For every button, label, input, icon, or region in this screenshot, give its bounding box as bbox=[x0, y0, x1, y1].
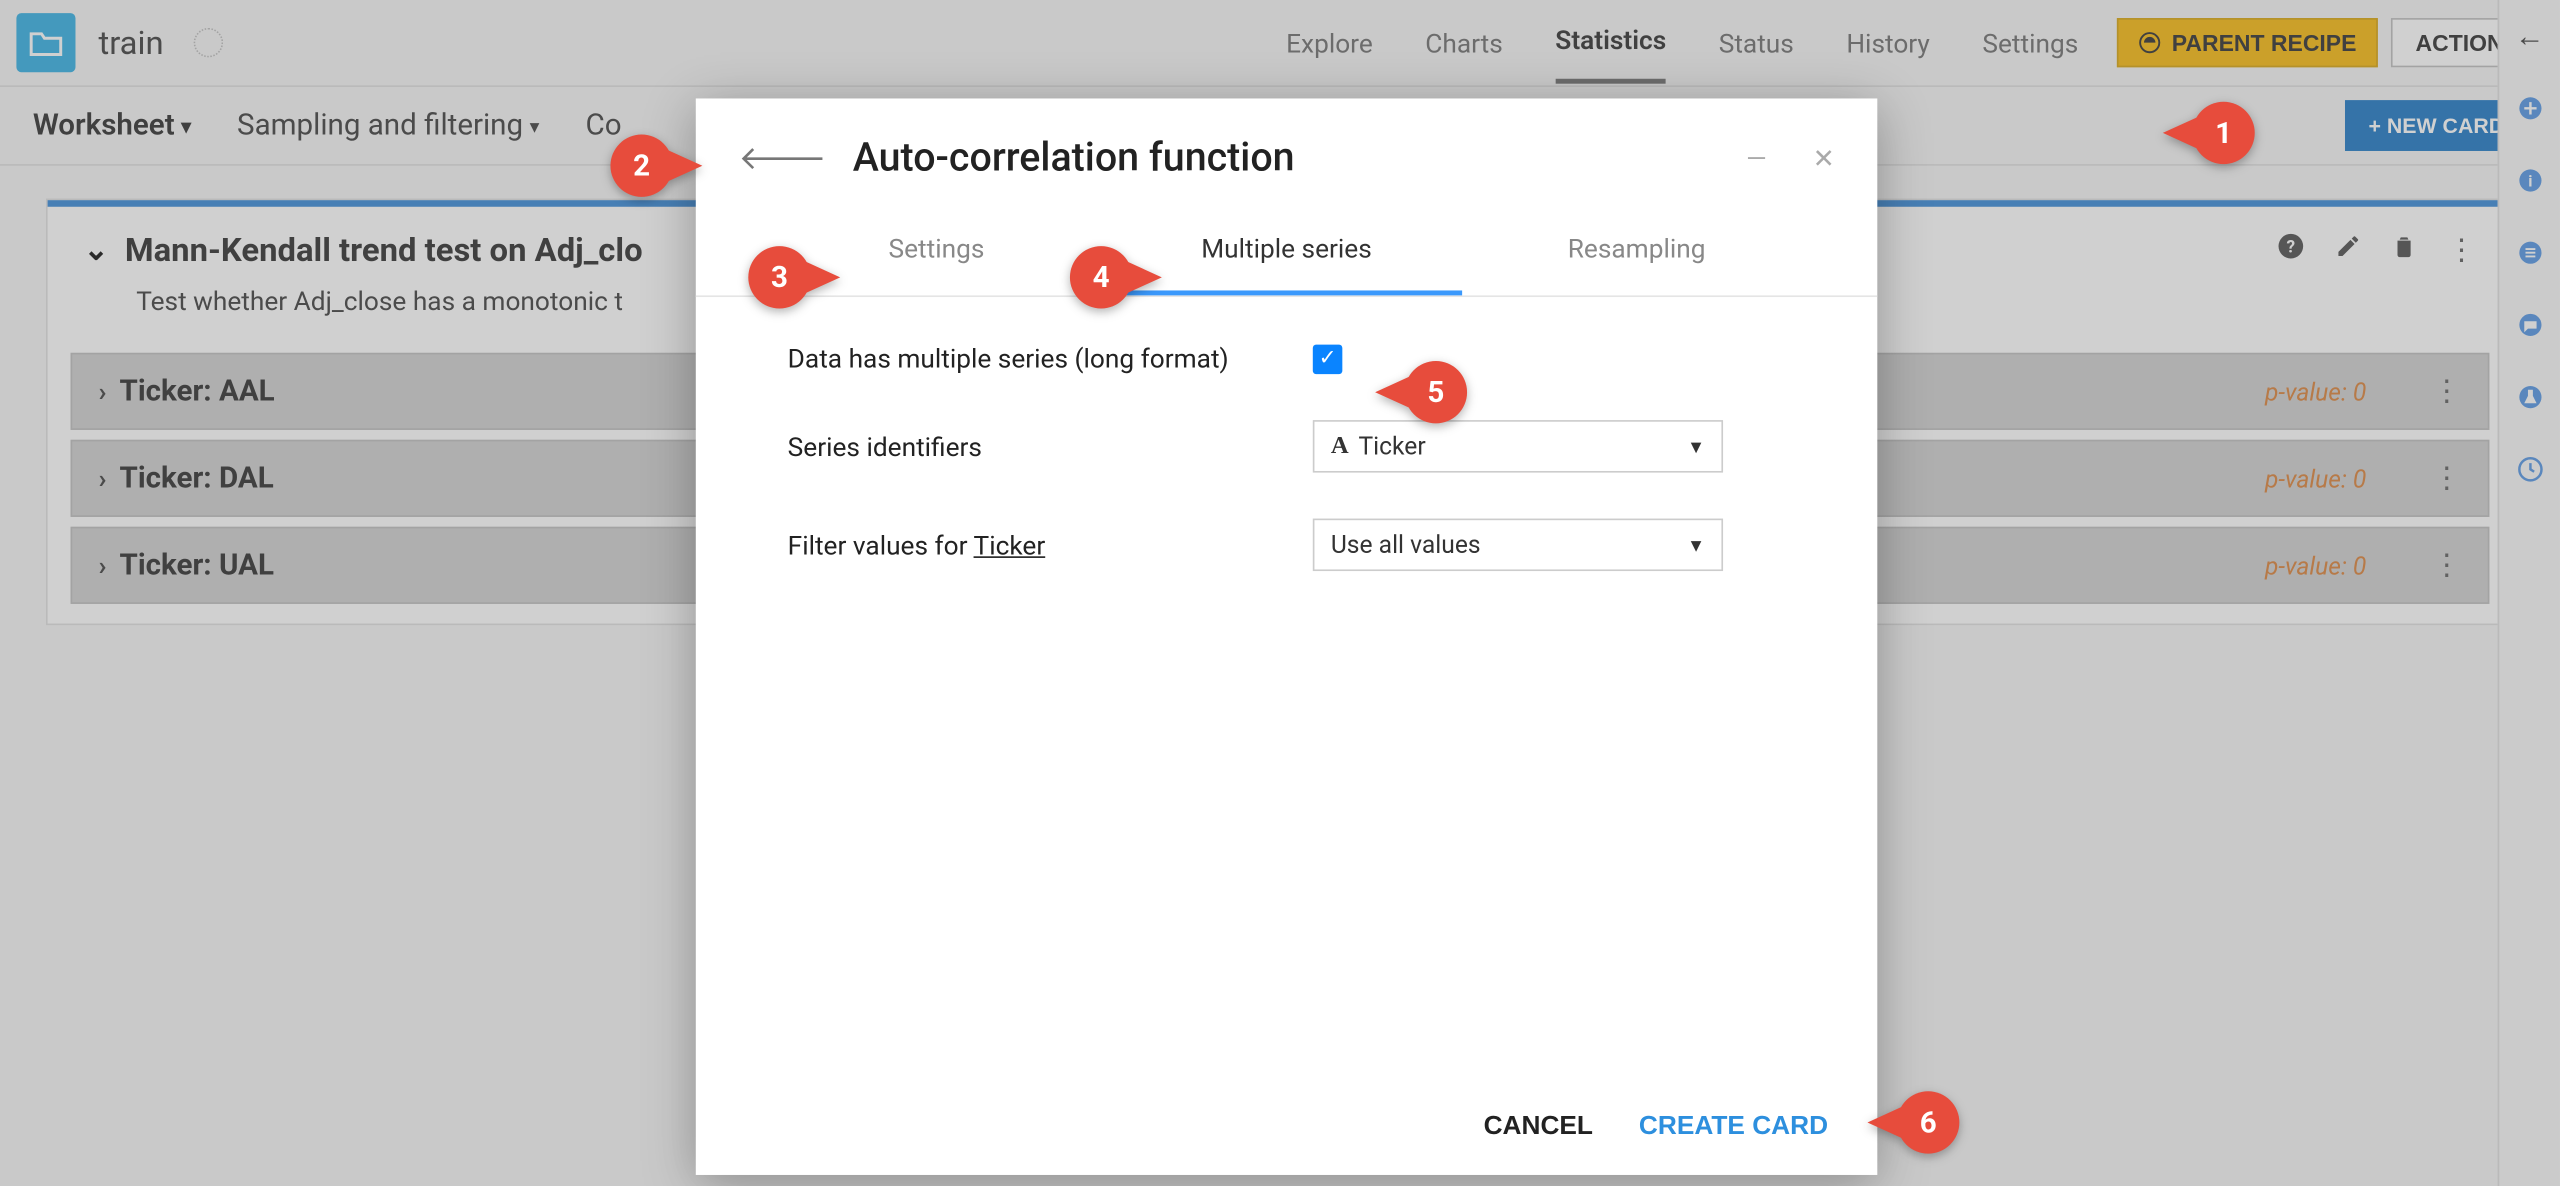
series-id-label: Series identifiers bbox=[788, 431, 1313, 462]
filter-label: Filter values for Ticker bbox=[788, 529, 1313, 560]
callout-3: 3 bbox=[748, 246, 840, 308]
create-card-button[interactable]: CREATE CARD bbox=[1639, 1113, 1828, 1143]
filter-value: Use all values bbox=[1331, 530, 1481, 560]
cancel-label: CANCEL bbox=[1484, 1113, 1593, 1141]
modal-tab-multiple-series[interactable]: Multiple series bbox=[1111, 207, 1461, 296]
modal-tabs: Settings Multiple series Resampling bbox=[696, 207, 1878, 297]
new-card-modal: 🡐 Auto-correlation function — ✕ Settings… bbox=[696, 98, 1878, 1174]
callout-1: 1 bbox=[2163, 102, 2255, 164]
filter-values-select[interactable]: Use all values ▼ bbox=[1313, 519, 1723, 572]
callout-2: 2 bbox=[610, 135, 702, 197]
minimize-icon[interactable]: — bbox=[1746, 142, 1767, 173]
create-label: CREATE CARD bbox=[1639, 1113, 1828, 1141]
modal-tab-resampling[interactable]: Resampling bbox=[1462, 207, 1812, 296]
modal-title: Auto-correlation function bbox=[853, 135, 1700, 181]
cancel-button[interactable]: CANCEL bbox=[1484, 1113, 1593, 1143]
callout-6: 6 bbox=[1867, 1091, 1959, 1153]
multiseries-checkbox[interactable]: ✓ bbox=[1313, 344, 1343, 374]
close-icon[interactable]: ✕ bbox=[1813, 142, 1835, 173]
series-id-select[interactable]: A Ticker ▼ bbox=[1313, 420, 1723, 473]
caret-down-icon: ▼ bbox=[1687, 534, 1705, 555]
series-id-value: Ticker bbox=[1358, 432, 1425, 462]
back-arrow-icon[interactable]: 🡐 bbox=[738, 138, 826, 177]
callout-4: 4 bbox=[1070, 246, 1162, 308]
text-type-icon: A bbox=[1331, 432, 1349, 460]
caret-down-icon: ▼ bbox=[1687, 436, 1705, 457]
multiseries-label: Data has multiple series (long format) bbox=[788, 343, 1313, 374]
callout-5: 5 bbox=[1375, 361, 1467, 423]
